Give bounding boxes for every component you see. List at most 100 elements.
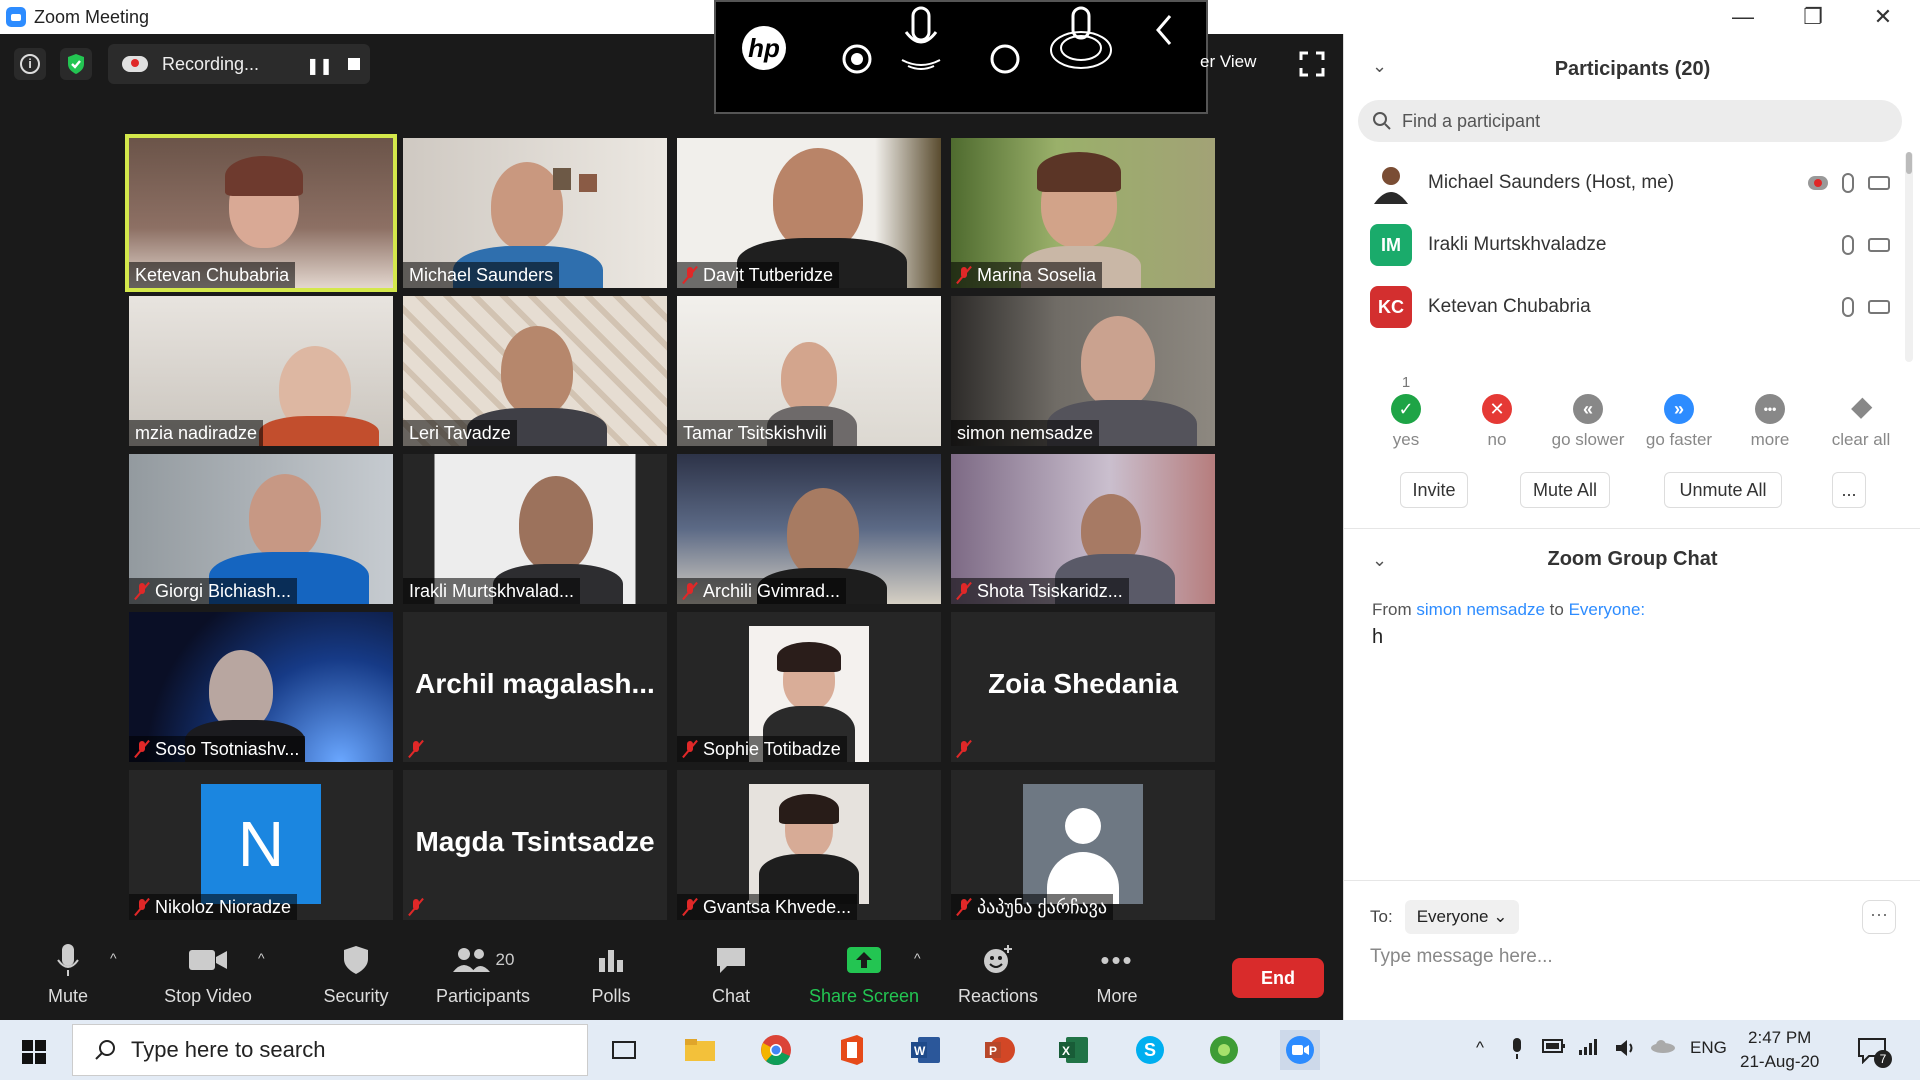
invite-button[interactable]: Invite: [1400, 472, 1468, 508]
unmute-all-button[interactable]: Unmute All: [1664, 472, 1782, 508]
noise-reduction-mic-icon[interactable]: [1046, 4, 1116, 74]
security-button[interactable]: Security: [316, 940, 396, 1007]
video-tile[interactable]: Marina Soselia: [951, 138, 1215, 288]
video-options-caret[interactable]: ^: [258, 950, 265, 966]
chat-message-input[interactable]: Type message here...: [1370, 946, 1553, 968]
recipient-select[interactable]: Everyone ⌄: [1404, 900, 1520, 934]
muted-mic-icon: [683, 740, 697, 758]
share-screen-button[interactable]: Share Screen: [806, 940, 922, 1007]
video-tile[interactable]: Tamar Tsitskishvili: [677, 296, 941, 446]
end-meeting-button[interactable]: End: [1232, 958, 1324, 998]
tile-name: Giorgi Bichiash...: [129, 578, 298, 604]
minimize-button[interactable]: —: [1708, 0, 1778, 34]
video-tile-no-video[interactable]: N Nikoloz Nioradze: [129, 770, 393, 920]
stop-recording-button[interactable]: [348, 58, 360, 70]
excel-icon[interactable]: X: [1054, 1030, 1094, 1070]
participant-row[interactable]: IM Irakli Murtskhvaladze: [1370, 220, 1890, 270]
chat-button[interactable]: Chat: [708, 940, 754, 1007]
reaction-go-faster[interactable]: » go faster: [1634, 374, 1724, 450]
skype-icon[interactable]: S: [1130, 1030, 1170, 1070]
video-camera-icon: [1868, 176, 1890, 190]
battery-icon[interactable]: [1542, 1038, 1566, 1059]
video-tile[interactable]: simon nemsadze: [951, 296, 1215, 446]
microphone-icon[interactable]: [896, 4, 946, 74]
close-button[interactable]: ✕: [1848, 0, 1918, 34]
zoom-taskbar-icon[interactable]: [1280, 1030, 1320, 1070]
fullscreen-icon[interactable]: [1298, 50, 1326, 78]
word-icon[interactable]: W: [906, 1030, 946, 1070]
video-tile[interactable]: mzia nadiradze: [129, 296, 393, 446]
video-tile[interactable]: Irakli Murtskhvalad...: [403, 454, 667, 604]
reaction-yes[interactable]: 1 ✓ yes: [1361, 374, 1451, 450]
video-tile[interactable]: Sophie Totibadze: [677, 612, 941, 762]
taskbar-search-input[interactable]: Type here to search: [72, 1024, 588, 1076]
system-clock[interactable]: 2:47 PM 21-Aug-20: [1740, 1026, 1819, 1074]
video-tile-no-video[interactable]: Archil magalash...: [403, 612, 667, 762]
chat-more-button[interactable]: ···: [1862, 900, 1896, 934]
restore-button[interactable]: ❐: [1778, 0, 1848, 34]
info-icon[interactable]: i: [14, 48, 46, 80]
stop-video-button[interactable]: Stop Video: [160, 940, 256, 1007]
reactions-button[interactable]: Reactions: [956, 940, 1040, 1007]
video-tile[interactable]: Archili Gvimrad...: [677, 454, 941, 604]
tile-name: Ketevan Chubabria: [129, 262, 296, 288]
microphone-tray-icon[interactable]: [1510, 1038, 1524, 1065]
powerpoint-icon[interactable]: P: [980, 1030, 1020, 1070]
reaction-go-slower[interactable]: « go slower: [1543, 374, 1633, 450]
video-tile-no-video[interactable]: Zoia Shedania: [951, 612, 1215, 762]
reaction-clear-all[interactable]: clear all: [1816, 374, 1906, 450]
collapse-chevron-icon[interactable]: [1148, 10, 1178, 50]
share-options-caret[interactable]: ^: [914, 950, 921, 966]
task-view-icon[interactable]: [604, 1030, 644, 1070]
muted-mic-icon: [135, 740, 149, 758]
participants-scrollbar[interactable]: [1905, 152, 1913, 362]
video-tile[interactable]: Gvantsa Khvede...: [677, 770, 941, 920]
recording-label: Recording...: [162, 53, 260, 74]
reaction-no[interactable]: ✕ no: [1452, 374, 1542, 450]
encryption-shield-icon[interactable]: [60, 48, 92, 80]
circle-icon[interactable]: [988, 42, 1022, 76]
pause-recording-button[interactable]: ❚❚: [306, 56, 333, 76]
video-tile[interactable]: Giorgi Bichiash...: [129, 454, 393, 604]
volume-icon[interactable]: [1614, 1038, 1638, 1063]
participant-row[interactable]: KC Ketevan Chubabria: [1370, 282, 1890, 332]
video-tile[interactable]: Shota Tsiskaridz...: [951, 454, 1215, 604]
sender-link[interactable]: simon nemsadze: [1416, 600, 1545, 619]
more-button[interactable]: ••• More: [1092, 940, 1142, 1007]
polls-button[interactable]: Polls: [586, 940, 636, 1007]
cloud-sync-icon[interactable]: [1650, 1038, 1676, 1059]
start-button[interactable]: [22, 1040, 46, 1064]
chrome-icon[interactable]: [756, 1030, 796, 1070]
reaction-more[interactable]: ••• more: [1725, 374, 1815, 450]
meeting-area: i Recording... ❚❚ hp er View Ketevan Chu…: [0, 0, 1343, 1020]
notifications-icon[interactable]: 7: [1852, 1030, 1892, 1070]
svg-text:X: X: [1062, 1044, 1070, 1058]
participant-row[interactable]: Michael Saunders (Host, me): [1370, 158, 1890, 208]
more-options-button[interactable]: ...: [1832, 472, 1866, 508]
video-tile[interactable]: Ketevan Chubabria: [125, 134, 397, 292]
show-hidden-icons-chevron[interactable]: ^: [1476, 1038, 1484, 1058]
video-tile[interactable]: Leri Tavadze: [403, 296, 667, 446]
office-icon[interactable]: [832, 1030, 872, 1070]
audio-options-caret[interactable]: ^: [110, 950, 117, 966]
file-explorer-icon[interactable]: [680, 1030, 720, 1070]
tile-name: Leri Tavadze: [403, 420, 517, 446]
video-tile[interactable]: Michael Saunders: [403, 138, 667, 288]
x-icon: ✕: [1482, 394, 1512, 424]
network-signal-icon[interactable]: [1578, 1038, 1600, 1061]
video-tile[interactable]: Soso Tsotniashv...: [129, 612, 393, 762]
participant-search-input[interactable]: Find a participant: [1358, 100, 1902, 142]
input-language[interactable]: ENG: [1690, 1038, 1727, 1058]
video-tile[interactable]: Davit Tutberidze: [677, 138, 941, 288]
video-camera-icon: [189, 950, 227, 970]
view-toggle-button[interactable]: er View: [1200, 52, 1256, 72]
mute-button[interactable]: Mute: [40, 940, 96, 1007]
mute-all-button[interactable]: Mute All: [1520, 472, 1610, 508]
recipient-link[interactable]: Everyone:: [1569, 600, 1646, 619]
video-tile-no-video[interactable]: Magda Tsintsadze: [403, 770, 667, 920]
record-dot-icon[interactable]: [840, 42, 874, 76]
polls-icon: [599, 950, 623, 972]
participants-button[interactable]: 20 Participants: [430, 940, 536, 1007]
greenshot-icon[interactable]: [1204, 1030, 1244, 1070]
video-tile-no-video[interactable]: პაპუნა ქარჩავა: [951, 770, 1215, 920]
